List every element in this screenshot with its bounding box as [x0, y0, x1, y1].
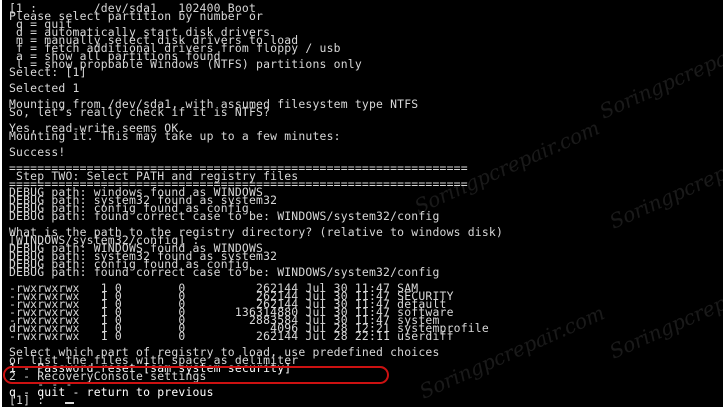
text-cursor	[65, 402, 74, 404]
terminal-line: Please select partition by number or	[9, 9, 264, 23]
password-reset-highlight	[3, 366, 389, 384]
terminal-line: Success!	[9, 145, 66, 159]
terminal-line: Mounting it. This may take up to a few m…	[9, 129, 341, 143]
terminal-window[interactable]: [1 : /dev/sda1 102400 Boot Please select …	[2, 0, 723, 407]
terminal-line: DEBUG path: found correct case to be: WI…	[9, 265, 440, 279]
terminal-line: Selected 1	[9, 81, 80, 95]
terminal-line: l = show propbable Windows (NTFS) partit…	[9, 57, 362, 71]
terminal-line: q - quit - return to previous	[9, 385, 214, 399]
